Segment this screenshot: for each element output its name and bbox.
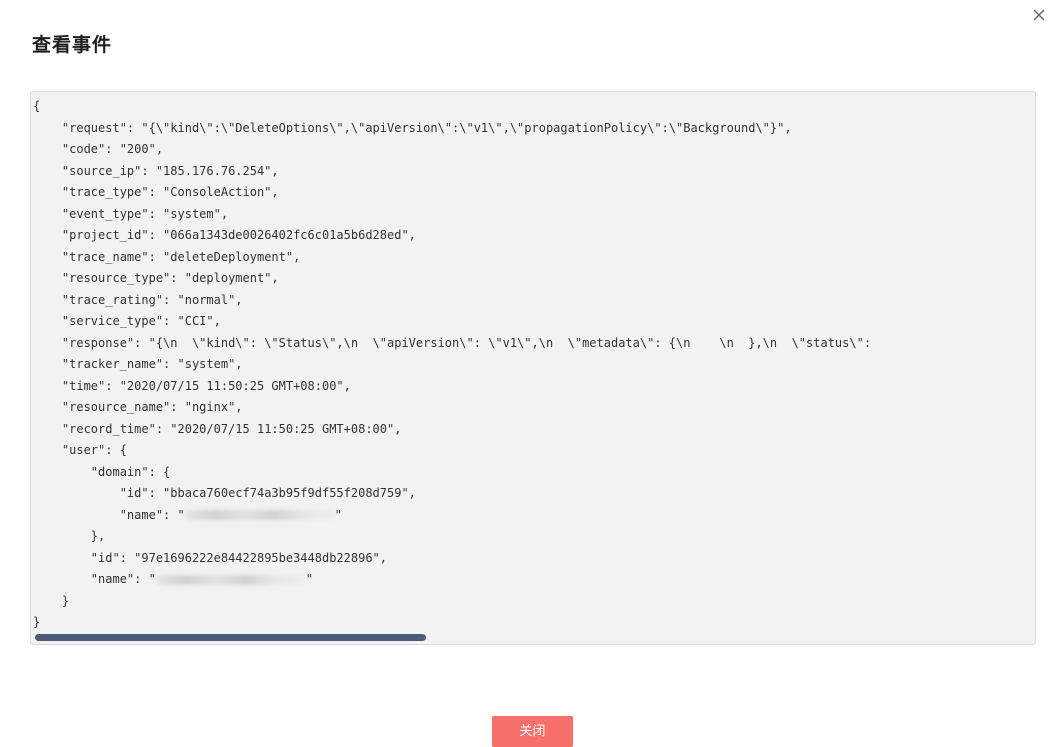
json-line: "request": "{\"kind\":\"DeleteOptions\",… (33, 120, 792, 135)
json-line: "tracker_name": "system", (33, 357, 243, 371)
json-line: "trace_name": "deleteDeployment", (33, 249, 301, 264)
json-line: "service_type": "CCI", (33, 314, 221, 328)
json-text: "name": " (33, 507, 185, 522)
json-line: "code": "200", (33, 142, 164, 156)
json-line-redacted: "name": " " (33, 569, 1035, 591)
json-line: "resource_type": "deployment", (33, 271, 279, 285)
json-viewer[interactable]: { "request": "{\"kind\":\"DeleteOptions\… (30, 91, 1036, 645)
json-line: "time": "2020/07/15 11:50:25 GMT+08:00", (33, 378, 351, 393)
json-line: "project_id": "066a1343de0026402fc6c01a5… (33, 228, 416, 242)
json-line: "record_time": "2020/07/15 11:50:25 GMT+… (33, 421, 402, 436)
close-icon[interactable] (1030, 6, 1048, 24)
json-line: } (33, 593, 70, 608)
json-line: } (33, 615, 41, 629)
json-line: "resource_name": "nginx", (33, 400, 243, 414)
horizontal-scrollbar[interactable] (31, 632, 1035, 644)
json-line: "id": "97e1696222e84422895be3448db22896"… (33, 550, 388, 565)
json-line: "event_type": "system", (33, 206, 229, 221)
event-dialog: 查看事件 { "request": "{\"kind\":\"DeleteOpt… (0, 0, 1053, 747)
json-line: { (33, 99, 41, 113)
json-line-redacted: "name": " " (33, 505, 1035, 527)
dialog-title: 查看事件 (32, 34, 113, 56)
json-line: "source_ip": "185.176.76.254", (33, 163, 279, 178)
json-text: "name": " (33, 572, 156, 586)
json-line: "trace_type": "ConsoleAction", (33, 185, 279, 199)
json-line: "trace_rating": "normal", (33, 292, 243, 307)
json-line: "user": { (33, 443, 127, 457)
close-button[interactable]: 关闭 (492, 716, 573, 747)
json-line: "response": "{\n \"kind\": \"Status\",\n… (33, 335, 872, 350)
json-text: " (334, 507, 342, 522)
json-line: "id": "bbaca760ecf74a3b95f9df55f208d759"… (33, 486, 416, 500)
json-text: " (305, 572, 314, 586)
json-content: { "request": "{\"kind\":\"DeleteOptions\… (31, 92, 1035, 634)
redacted-value (155, 574, 306, 585)
json-line: }, (33, 529, 106, 543)
scrollbar-thumb[interactable] (35, 634, 426, 641)
json-line: "domain": { (33, 464, 171, 479)
redacted-value (184, 510, 335, 520)
